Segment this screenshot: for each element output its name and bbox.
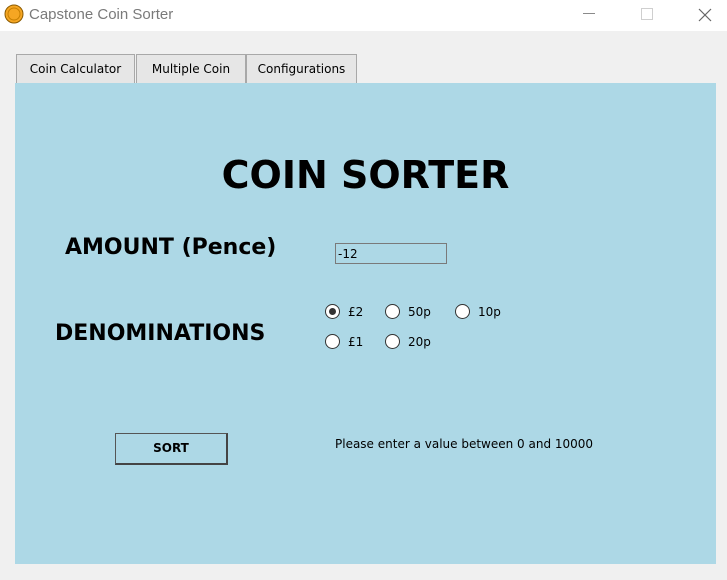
radio-10p[interactable]: 10p — [455, 304, 501, 319]
denominations-label: DENOMINATIONS — [55, 321, 266, 346]
validation-message: Please enter a value between 0 and 10000 — [335, 437, 594, 451]
tab-configurations[interactable]: Configurations — [246, 54, 357, 83]
radio-2-pound-circle[interactable] — [325, 304, 340, 319]
radio-20p-circle[interactable] — [385, 334, 400, 349]
close-button[interactable] — [682, 0, 727, 31]
tab-coin-calculator[interactable]: Coin Calculator — [16, 54, 135, 83]
maximize-button[interactable] — [624, 0, 670, 31]
tab-multiple-coin[interactable]: Multiple Coin — [136, 54, 246, 83]
radio-10p-label: 10p — [478, 304, 501, 319]
radio-1-pound-label: £1 — [348, 334, 364, 349]
radio-10p-circle[interactable] — [455, 304, 470, 319]
radio-20p[interactable]: 20p — [385, 334, 431, 349]
radio-50p-label: 50p — [408, 304, 431, 319]
coin-calculator-panel: COIN SORTER AMOUNT (Pence) DENOMINATIONS… — [15, 83, 716, 564]
close-icon — [698, 8, 712, 22]
radio-2-pound-label: £2 — [348, 304, 364, 319]
coin-icon — [4, 4, 24, 24]
radio-1-pound[interactable]: £1 — [325, 334, 363, 349]
radio-50p-circle[interactable] — [385, 304, 400, 319]
window-title: Capstone Coin Sorter — [29, 6, 174, 23]
amount-input[interactable] — [335, 243, 447, 264]
page-title: COIN SORTER — [221, 153, 510, 197]
radio-1-pound-circle[interactable] — [325, 334, 340, 349]
radio-2-pound[interactable]: £2 — [325, 304, 363, 319]
amount-label: AMOUNT (Pence) — [65, 235, 277, 260]
radio-20p-label: 20p — [408, 334, 431, 349]
minimize-button[interactable] — [566, 0, 612, 31]
radio-50p[interactable]: 50p — [385, 304, 431, 319]
sort-button[interactable]: SORT — [115, 433, 228, 465]
title-bar: Capstone Coin Sorter — [0, 0, 727, 31]
